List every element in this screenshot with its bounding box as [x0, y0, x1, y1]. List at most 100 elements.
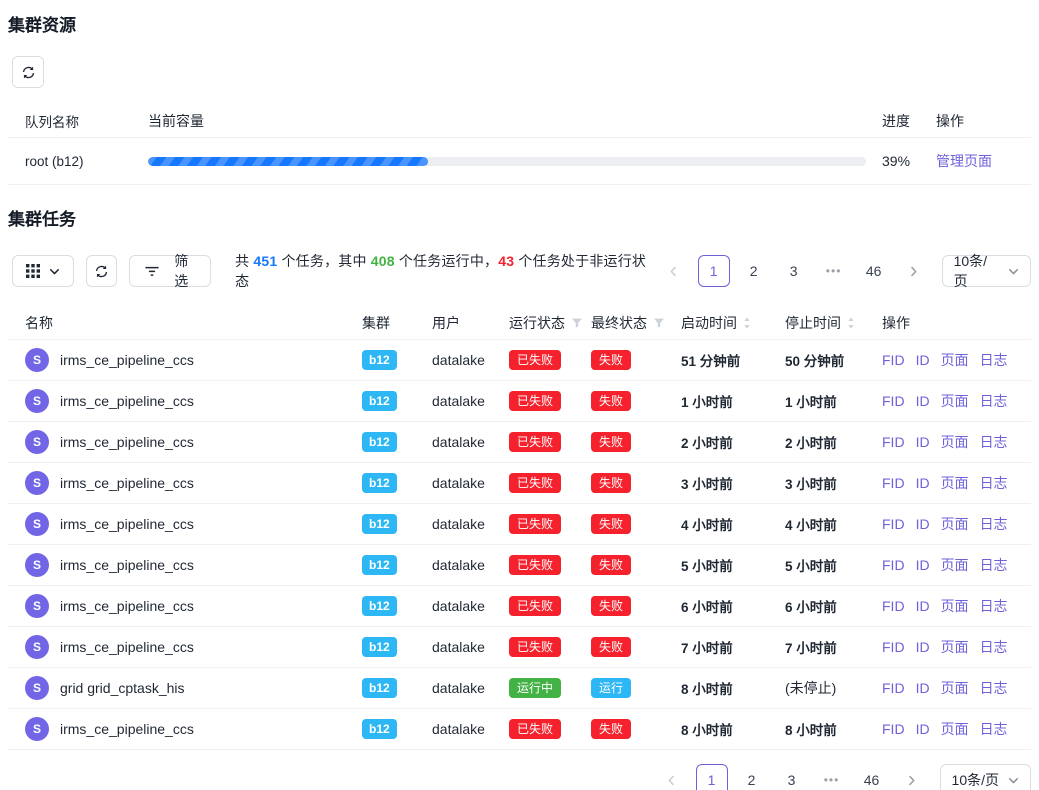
- page-link[interactable]: 页面: [941, 432, 969, 452]
- running-count: 408: [371, 253, 395, 269]
- final-status-header[interactable]: 最终状态: [591, 313, 681, 333]
- start-time: 7 小时前: [681, 637, 785, 657]
- fid-link[interactable]: FID: [882, 721, 905, 737]
- page-button-46[interactable]: 46: [858, 255, 890, 287]
- id-link[interactable]: ID: [916, 475, 930, 491]
- id-link[interactable]: ID: [916, 352, 930, 368]
- id-link[interactable]: ID: [916, 557, 930, 573]
- stop-time-header-label: 停止时间: [785, 313, 841, 333]
- page-button-46[interactable]: 46: [856, 764, 888, 790]
- sorter-icon[interactable]: [847, 316, 855, 330]
- run-status-badge: 已失败: [509, 637, 561, 657]
- page-button-2[interactable]: 2: [738, 255, 770, 287]
- spark-avatar: S: [25, 471, 49, 495]
- id-link[interactable]: ID: [916, 639, 930, 655]
- sorter-icon[interactable]: [743, 316, 751, 330]
- filter-funnel-icon[interactable]: [571, 317, 583, 329]
- task-summary: 共 451 个任务，其中 408 个任务运行中，43 个任务处于非运行状态: [235, 251, 658, 291]
- log-link[interactable]: 日志: [980, 555, 1008, 575]
- page-button-3[interactable]: 3: [776, 764, 808, 790]
- stop-time: 1 小时前: [785, 391, 882, 411]
- page-ellipsis[interactable]: •••: [816, 764, 848, 790]
- log-link[interactable]: 日志: [980, 350, 1008, 370]
- id-link[interactable]: ID: [916, 598, 930, 614]
- filter-button[interactable]: 筛选: [129, 255, 211, 287]
- tasks-toolbar: 筛选 共 451 个任务，其中 408 个任务运行中，43 个任务处于非运行状态…: [8, 251, 1031, 291]
- log-link[interactable]: 日志: [980, 391, 1008, 411]
- cluster-tag: b12: [362, 719, 397, 739]
- log-link[interactable]: 日志: [980, 432, 1008, 452]
- page-size-select[interactable]: 10条/页: [940, 764, 1031, 790]
- next-page-button[interactable]: [898, 255, 930, 287]
- page-link[interactable]: 页面: [941, 514, 969, 534]
- total-count: 451: [253, 253, 277, 269]
- prev-page-button[interactable]: [658, 255, 690, 287]
- page-button-1[interactable]: 1: [696, 764, 728, 790]
- next-page-button[interactable]: [896, 764, 928, 790]
- fid-link[interactable]: FID: [882, 557, 905, 573]
- manage-page-link[interactable]: 管理页面: [936, 153, 992, 169]
- page-button-3[interactable]: 3: [778, 255, 810, 287]
- user-name: datalake: [432, 598, 509, 614]
- page-link[interactable]: 页面: [941, 555, 969, 575]
- page-ellipsis[interactable]: •••: [818, 255, 850, 287]
- id-link[interactable]: ID: [916, 434, 930, 450]
- log-link[interactable]: 日志: [980, 596, 1008, 616]
- user-name: datalake: [432, 475, 509, 491]
- id-link[interactable]: ID: [916, 393, 930, 409]
- stop-time: 2 小时前: [785, 432, 882, 452]
- id-link[interactable]: ID: [916, 721, 930, 737]
- spark-avatar: S: [25, 430, 49, 454]
- final-status-badge: 失败: [591, 391, 631, 411]
- fid-link[interactable]: FID: [882, 639, 905, 655]
- fid-link[interactable]: FID: [882, 393, 905, 409]
- page-link[interactable]: 页面: [941, 596, 969, 616]
- page-button-2[interactable]: 2: [736, 764, 768, 790]
- page-link[interactable]: 页面: [941, 678, 969, 698]
- fid-link[interactable]: FID: [882, 598, 905, 614]
- filter-funnel-icon[interactable]: [653, 317, 665, 329]
- refresh-icon: [94, 264, 109, 279]
- fid-link[interactable]: FID: [882, 680, 905, 696]
- queue-name-cell: root (b12): [25, 154, 148, 169]
- page-link[interactable]: 页面: [941, 473, 969, 493]
- start-time-header[interactable]: 启动时间: [681, 313, 785, 333]
- row-actions: FID ID 页面日志: [882, 350, 1014, 370]
- fid-link[interactable]: FID: [882, 516, 905, 532]
- run-status-badge: 运行中: [509, 678, 561, 698]
- log-link[interactable]: 日志: [980, 637, 1008, 657]
- id-link[interactable]: ID: [916, 680, 930, 696]
- row-actions: FID ID 页面日志: [882, 637, 1014, 657]
- cluster-tag: b12: [362, 432, 397, 452]
- page-link[interactable]: 页面: [941, 391, 969, 411]
- pagination-area: 123•••46 10条/页: [658, 255, 1031, 287]
- page-size-select[interactable]: 10条/页: [942, 255, 1031, 287]
- spark-avatar: S: [25, 717, 49, 741]
- chevron-down-icon: [1008, 266, 1019, 277]
- log-link[interactable]: 日志: [980, 473, 1008, 493]
- spark-avatar: S: [25, 512, 49, 536]
- chevron-right-icon: [906, 775, 917, 786]
- page-link[interactable]: 页面: [941, 719, 969, 739]
- stop-time-header[interactable]: 停止时间: [785, 313, 882, 333]
- log-link[interactable]: 日志: [980, 678, 1008, 698]
- fid-link[interactable]: FID: [882, 352, 905, 368]
- resource-row: root (b12) 39% 管理页面: [8, 138, 1031, 185]
- page-link[interactable]: 页面: [941, 350, 969, 370]
- row-actions: FID ID 页面日志: [882, 514, 1014, 534]
- tasks-refresh-button[interactable]: [86, 255, 118, 287]
- table-row: S irms_ce_pipeline_ccs b12 datalake 已失败 …: [8, 545, 1031, 586]
- fid-link[interactable]: FID: [882, 434, 905, 450]
- prev-page-button[interactable]: [656, 764, 688, 790]
- log-link[interactable]: 日志: [980, 514, 1008, 534]
- log-link[interactable]: 日志: [980, 719, 1008, 739]
- id-link[interactable]: ID: [916, 516, 930, 532]
- column-settings-dropdown-button[interactable]: [12, 255, 74, 287]
- summary-text: 个任务，其中: [277, 253, 370, 269]
- resources-refresh-button[interactable]: [12, 56, 44, 88]
- fid-link[interactable]: FID: [882, 475, 905, 491]
- page-link[interactable]: 页面: [941, 637, 969, 657]
- page-size-value: 10条/页: [952, 770, 999, 790]
- run-status-header[interactable]: 运行状态: [509, 313, 591, 333]
- page-button-1[interactable]: 1: [698, 255, 730, 287]
